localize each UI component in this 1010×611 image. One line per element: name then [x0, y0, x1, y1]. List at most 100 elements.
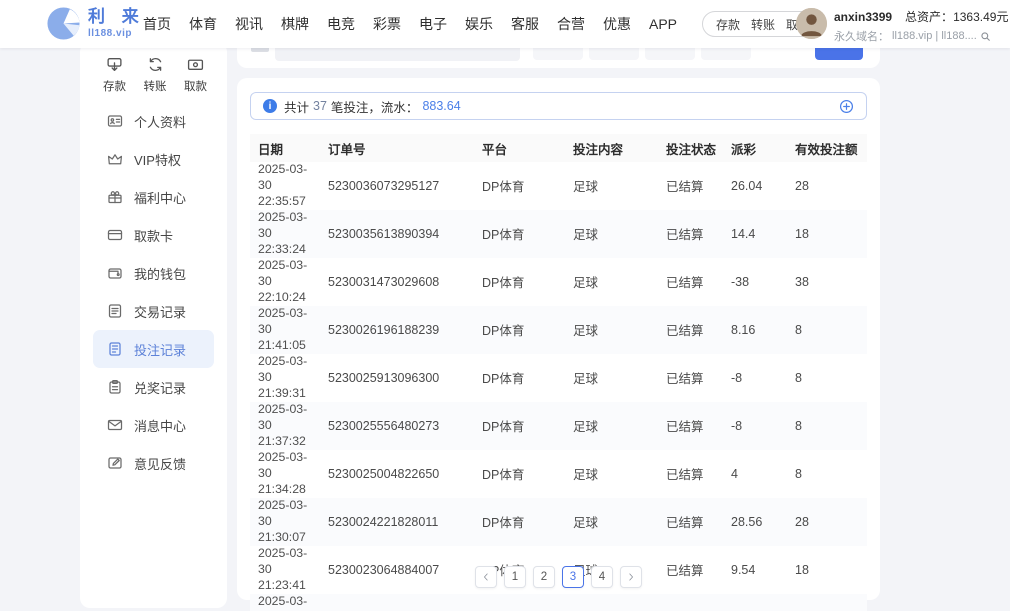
cell-status: 已结算 [658, 402, 723, 450]
transactions-icon [107, 303, 123, 319]
logo-icon [46, 6, 81, 41]
summary-bar: i 共计 37 笔投注，流水： 883.64 [250, 92, 867, 120]
column-header: 订单号 [320, 134, 474, 162]
nav-item-11[interactable]: APP [649, 16, 677, 32]
cell-status: 已结算 [658, 162, 723, 210]
sidebar-item-4[interactable]: 我的钱包 [93, 254, 214, 292]
cell-date: 2025-03-3021:39:31 [250, 354, 320, 402]
nav-item-3[interactable]: 棋牌 [281, 14, 309, 34]
column-header: 投注状态 [658, 134, 723, 162]
nav-item-4[interactable]: 电竞 [327, 14, 355, 34]
cell-valid-amount: 18 [787, 210, 867, 258]
cell-valid-amount: 38 [787, 258, 867, 306]
sidebar-item-5[interactable]: 交易记录 [93, 292, 214, 330]
cell-payout: -38 [723, 258, 787, 306]
cell-order: 5230025913096300 [320, 354, 474, 402]
cell-payout: 4 [723, 450, 787, 498]
id-card-icon [107, 113, 123, 129]
page-button-1[interactable]: 1 [504, 566, 526, 588]
nav-item-10[interactable]: 优惠 [603, 14, 631, 34]
avatar[interactable] [796, 8, 827, 39]
sidebar-item-label: 交易记录 [134, 302, 186, 321]
cell-payout: 14.4 [723, 210, 787, 258]
nav-item-9[interactable]: 合营 [557, 14, 585, 34]
cell-status: 已结算 [658, 594, 723, 611]
table-row: 2025-03-3021:37:325230025556480273DP体育足球… [250, 402, 867, 450]
cell-platform: DP体育 [474, 162, 565, 210]
sidebar-item-3[interactable]: 取款卡 [93, 216, 214, 254]
table-row: 2025-03-3022:35:575230036073295127DP体育足球… [250, 162, 867, 210]
cell-valid-amount: 36 [787, 594, 867, 611]
cell-platform: DP体育 [474, 402, 565, 450]
page-button-2[interactable]: 2 [533, 566, 555, 588]
page-button-4[interactable]: 4 [591, 566, 613, 588]
quick-action-2[interactable]: 取款 [184, 56, 207, 94]
cell-date: 2025-03-3022:35:57 [250, 162, 320, 210]
page-button-3[interactable]: 3 [562, 566, 584, 588]
bet-count: 37 [313, 99, 327, 113]
chevron-right-icon [626, 572, 636, 582]
quick-action-label: 转账 [144, 78, 167, 94]
username: anxin3399 [834, 10, 892, 24]
sidebar-item-label: 个人资料 [134, 112, 186, 131]
transfer-icon [147, 56, 164, 73]
envelope-icon [107, 417, 123, 433]
nav-item-5[interactable]: 彩票 [373, 14, 401, 34]
assets-value: 1363.49元 [953, 10, 1008, 24]
table-row: 2025-03-3022:10:245230031473029608DP体育足球… [250, 258, 867, 306]
sidebar-item-0[interactable]: 个人资料 [93, 102, 214, 140]
withdraw-icon [187, 56, 204, 73]
cell-payout: 33.12 [723, 594, 787, 611]
cell-platform: DP体育 [474, 210, 565, 258]
sidebar-item-1[interactable]: VIP特权 [93, 140, 214, 178]
next-page-button[interactable] [620, 566, 642, 588]
cell-content: 足球 [565, 498, 658, 546]
cell-date: 2025-03-3022:10:24 [250, 258, 320, 306]
quick-action-1[interactable]: 转账 [144, 56, 167, 94]
sidebar-item-8[interactable]: 消息中心 [93, 406, 214, 444]
cell-valid-amount: 8 [787, 450, 867, 498]
logo-title: 利 来 [88, 8, 145, 25]
crown-icon [107, 151, 123, 167]
cell-order: 5230026196188239 [320, 306, 474, 354]
cell-order: 5230025004822650 [320, 450, 474, 498]
cell-order: 5230018772364692 [320, 594, 474, 611]
nav-item-6[interactable]: 电子 [419, 14, 447, 34]
cell-date: 2025-03-3021:41:05 [250, 306, 320, 354]
wallet-pill-item-0[interactable]: 存款 [716, 16, 740, 33]
column-header: 日期 [250, 134, 320, 162]
search-icon[interactable] [980, 31, 991, 42]
cell-status: 已结算 [658, 450, 723, 498]
cell-platform: DP体育 [474, 450, 565, 498]
sidebar-item-2[interactable]: 福利中心 [93, 178, 214, 216]
bet-records-icon [107, 341, 123, 357]
quick-action-0[interactable]: 存款 [103, 56, 126, 94]
sidebar-item-label: 投注记录 [134, 340, 186, 359]
cell-date: 2025-03-3021:37:32 [250, 402, 320, 450]
sidebar-item-label: 我的钱包 [134, 264, 186, 283]
prize-records-icon [107, 379, 123, 395]
cell-platform: DP体育 [474, 258, 565, 306]
domain-value: ll188.vip | ll188.... [892, 30, 977, 42]
nav-item-7[interactable]: 娱乐 [465, 14, 493, 34]
cell-content: 足球 [565, 306, 658, 354]
cell-valid-amount: 8 [787, 402, 867, 450]
prev-page-button[interactable] [475, 566, 497, 588]
cell-valid-amount: 8 [787, 354, 867, 402]
sidebar-item-7[interactable]: 兑奖记录 [93, 368, 214, 406]
cell-status: 已结算 [658, 258, 723, 306]
cell-date: 2025-03-3020:59:50 [250, 594, 320, 611]
nav-item-2[interactable]: 视讯 [235, 14, 263, 34]
wallet-pill-item-1[interactable]: 转账 [751, 16, 775, 33]
nav-item-1[interactable]: 体育 [189, 14, 217, 34]
sidebar-item-label: 消息中心 [134, 416, 186, 435]
cell-order: 5230035613890394 [320, 210, 474, 258]
sidebar-item-6[interactable]: 投注记录 [93, 330, 214, 368]
pagination: 1234 [237, 566, 880, 588]
logo[interactable]: 利 来 ll188.vip [46, 6, 145, 41]
sidebar-item-9[interactable]: 意见反馈 [93, 444, 214, 482]
cell-valid-amount: 28 [787, 498, 867, 546]
nav-item-8[interactable]: 客服 [511, 14, 539, 34]
nav-item-0[interactable]: 首页 [143, 14, 171, 34]
plus-circle-icon[interactable] [839, 99, 854, 114]
